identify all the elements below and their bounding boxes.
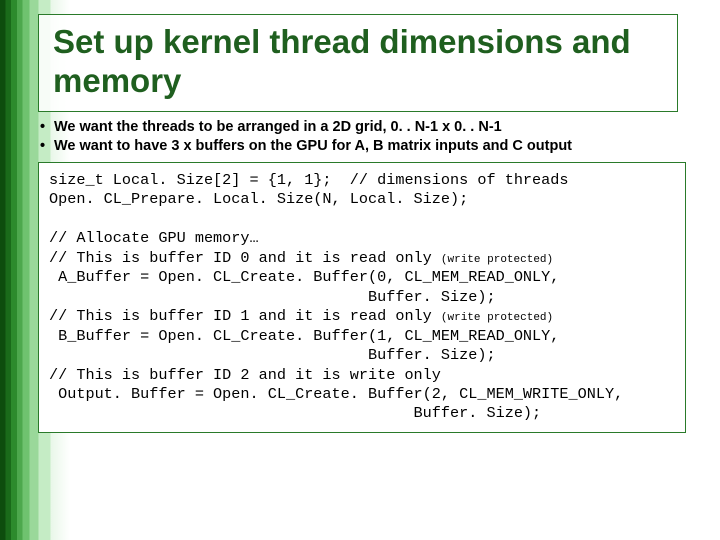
code-line: Output. Buffer = Open. CL_Create. Buffer…: [49, 385, 623, 403]
code-line: // Allocate GPU memory…: [49, 229, 259, 247]
bullet-item: We want to have 3 x buffers on the GPU f…: [34, 137, 694, 156]
code-container: size_t Local. Size[2] = {1, 1}; // dimen…: [38, 162, 686, 433]
code-block: size_t Local. Size[2] = {1, 1}; // dimen…: [49, 171, 675, 424]
code-line: B_Buffer = Open. CL_Create. Buffer(1, CL…: [49, 327, 559, 345]
bullet-list: We want the threads to be arranged in a …: [34, 118, 694, 156]
code-annotation: (write protected): [441, 254, 553, 266]
code-line: Open. CL_Prepare. Local. Size(N, Local. …: [49, 190, 468, 208]
code-line: Buffer. Size);: [49, 404, 541, 422]
code-line: Buffer. Size);: [49, 346, 496, 364]
slide-title: Set up kernel thread dimensions and memo…: [53, 23, 663, 101]
code-line: size_t Local. Size[2] = {1, 1}; // dimen…: [49, 171, 569, 189]
bullet-item: We want the threads to be arranged in a …: [34, 118, 694, 137]
code-line: // This is buffer ID 1 and it is read on…: [49, 307, 441, 325]
code-line: Buffer. Size);: [49, 288, 496, 306]
code-line: A_Buffer = Open. CL_Create. Buffer(0, CL…: [49, 268, 559, 286]
code-line: // This is buffer ID 0 and it is read on…: [49, 249, 441, 267]
code-line: // This is buffer ID 2 and it is write o…: [49, 366, 441, 384]
title-container: Set up kernel thread dimensions and memo…: [38, 14, 678, 112]
code-annotation: (write protected): [441, 312, 553, 324]
